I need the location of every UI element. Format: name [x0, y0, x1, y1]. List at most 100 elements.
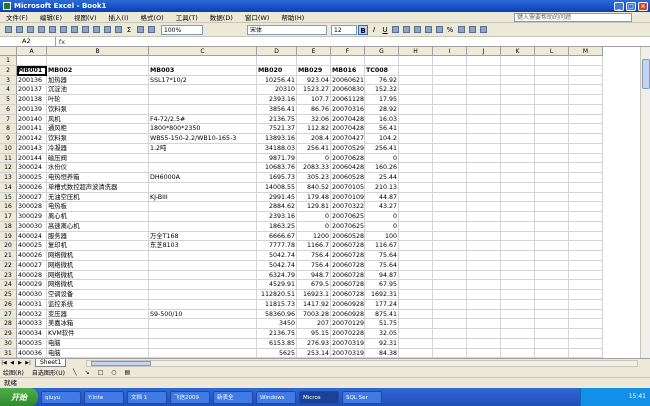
cell-f[interactable]: 20070625 [331, 221, 365, 232]
cell-f[interactable]: 20060830 [331, 85, 365, 95]
spell-check-icon[interactable] [58, 25, 68, 35]
cell-empty[interactable] [399, 299, 433, 310]
cell-empty[interactable] [467, 153, 501, 164]
cell-a[interactable]: 200136 [17, 75, 47, 86]
cell-b[interactable]: 加热器 [47, 75, 149, 86]
cell-empty[interactable] [467, 348, 501, 358]
cell-d[interactable]: 7777.78 [257, 241, 297, 251]
cell-b[interactable]: 电热恒养箱 [47, 173, 149, 183]
task-fetion[interactable]: 飞信2009 [170, 390, 210, 404]
cell-d[interactable]: 2136.75 [257, 114, 297, 125]
cell-empty[interactable] [399, 280, 433, 290]
autosum-icon[interactable]: Σ [124, 25, 134, 35]
cell-a[interactable]: 200139 [17, 104, 47, 115]
cell-a[interactable]: 300025 [17, 173, 47, 183]
cell-c[interactable] [149, 290, 257, 300]
cell-empty[interactable] [433, 56, 467, 66]
cell-empty[interactable] [535, 251, 569, 261]
cell-empty[interactable] [569, 75, 603, 86]
row-header[interactable]: 30 [0, 338, 17, 349]
column-header-e[interactable]: E [297, 47, 331, 56]
cell-a[interactable]: 400034 [17, 329, 47, 339]
cell-e[interactable]: 2083.33 [297, 163, 331, 173]
vertical-scrollbar[interactable] [640, 47, 650, 358]
cell-e[interactable]: MB029 [297, 65, 331, 76]
font-color-icon[interactable] [478, 25, 488, 35]
cell-empty[interactable] [569, 212, 603, 222]
cell-c[interactable]: F4-72/2.5# [149, 114, 257, 125]
cell-empty[interactable] [501, 251, 535, 261]
cell-d[interactable]: 2991.45 [257, 192, 297, 203]
cell-g[interactable]: 0 [365, 212, 399, 222]
oval-icon[interactable]: ○ [111, 369, 116, 376]
cell-e[interactable]: 7003.28 [297, 309, 331, 320]
cell-c[interactable] [149, 338, 257, 349]
cell-f[interactable]: 20070105 [331, 182, 365, 193]
cell-empty[interactable] [433, 114, 467, 125]
cell-empty[interactable] [569, 319, 603, 329]
cell-d[interactable]: 6153.85 [257, 338, 297, 349]
cell-a[interactable]: 200138 [17, 95, 47, 105]
cell-empty[interactable] [535, 290, 569, 300]
cell-g[interactable]: 177.24 [365, 299, 399, 310]
cell-empty[interactable] [467, 241, 501, 251]
cell-empty[interactable] [569, 134, 603, 144]
cell-empty[interactable] [399, 260, 433, 271]
cell-empty[interactable] [433, 85, 467, 95]
cell-empty[interactable] [501, 329, 535, 339]
row-header[interactable]: 14 [0, 182, 17, 193]
cell-e[interactable]: 1417.92 [297, 299, 331, 310]
column-header-l[interactable]: L [535, 47, 569, 56]
cell-a[interactable]: 400024 [17, 231, 47, 242]
cell-d[interactable]: 14008.55 [257, 182, 297, 193]
cell-b[interactable]: KVM软件 [47, 329, 149, 339]
cell-f[interactable]: 20070529 [331, 143, 365, 154]
cell-empty[interactable] [535, 309, 569, 320]
cell-empty[interactable] [467, 280, 501, 290]
cell-empty[interactable] [399, 221, 433, 232]
menu-tools[interactable]: 工具(T) [170, 12, 204, 22]
cell-d[interactable]: 2393.16 [257, 212, 297, 222]
cell-f[interactable]: 20060428 [331, 163, 365, 173]
cell-empty[interactable] [433, 251, 467, 261]
cell-empty[interactable] [569, 260, 603, 271]
cell-e[interactable]: 0 [297, 153, 331, 164]
cell-d[interactable]: 13893.16 [257, 134, 297, 144]
open-folder-icon[interactable] [14, 25, 24, 35]
cell-f[interactable]: 20070628 [331, 153, 365, 164]
cell-empty[interactable] [433, 192, 467, 203]
cell-c[interactable] [149, 182, 257, 193]
cell-g[interactable]: 104.2 [365, 134, 399, 144]
cell-c[interactable] [149, 251, 257, 261]
cell-empty[interactable] [501, 260, 535, 271]
cell-g[interactable]: 116.67 [365, 241, 399, 251]
cell-d[interactable]: 9871.79 [257, 153, 297, 164]
cell-c[interactable]: MB003 [149, 65, 257, 76]
cell-g[interactable]: 94.87 [365, 270, 399, 281]
cell-a[interactable]: 200140 [17, 114, 47, 125]
cell-c[interactable] [149, 153, 257, 164]
cell-c[interactable] [149, 260, 257, 271]
cell-empty[interactable] [399, 329, 433, 339]
save-icon[interactable] [25, 25, 35, 35]
cell-g[interactable]: 44.87 [365, 192, 399, 203]
cell-empty[interactable] [467, 124, 501, 134]
cell-a[interactable]: 400025 [17, 241, 47, 251]
cell-empty[interactable] [433, 104, 467, 115]
cell-empty[interactable] [569, 85, 603, 95]
cell-empty[interactable] [467, 182, 501, 193]
cell-e[interactable]: 256.41 [297, 143, 331, 154]
copy-icon[interactable] [80, 25, 90, 35]
autoshapes-menu[interactable]: 自选图形(U) [32, 368, 65, 377]
cell-g[interactable] [365, 56, 399, 66]
cell-empty[interactable] [467, 85, 501, 95]
column-header-k[interactable]: K [501, 47, 535, 56]
cell-empty[interactable] [399, 75, 433, 86]
cell-d[interactable]: 2393.16 [257, 95, 297, 105]
cell-empty[interactable] [569, 309, 603, 320]
cell-a[interactable]: 400028 [17, 270, 47, 281]
cell-b[interactable] [47, 56, 149, 66]
menu-edit[interactable]: 编辑(E) [34, 12, 68, 22]
cell-empty[interactable] [467, 338, 501, 349]
cell-g[interactable]: TC008 [365, 65, 399, 76]
